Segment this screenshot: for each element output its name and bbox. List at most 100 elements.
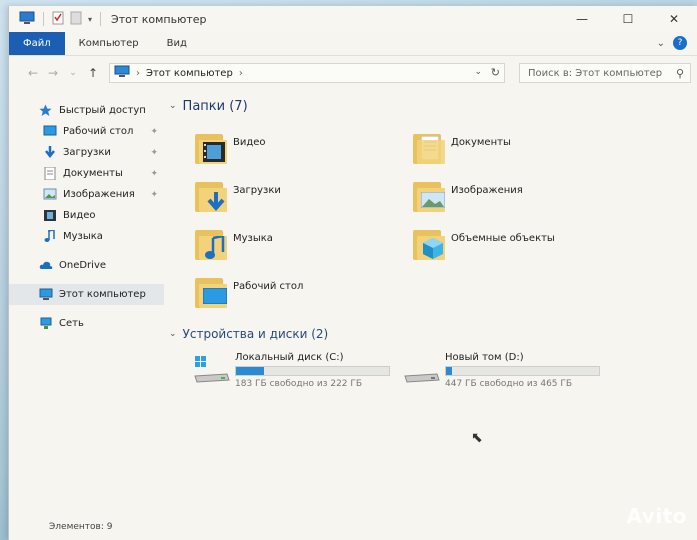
breadcrumb-chevron-icon[interactable]: › bbox=[136, 68, 140, 79]
sidebar-item-label: Сеть bbox=[59, 318, 84, 329]
minimize-button[interactable]: — bbox=[559, 6, 605, 32]
search-input[interactable]: Поиск в: Этот компьютер ⚲ bbox=[519, 63, 691, 83]
system-drive-icon bbox=[193, 352, 231, 388]
address-bar[interactable]: › Этот компьютер › ⌄ ↻ bbox=[109, 63, 505, 83]
pin-icon[interactable]: ✦ bbox=[150, 148, 158, 158]
sidebar-item-documents[interactable]: Документы ✦ bbox=[9, 163, 164, 184]
drive-name: Новый том (D:) bbox=[445, 352, 524, 363]
mouse-cursor-icon: ⬉ bbox=[471, 430, 483, 446]
sidebar-item-this-pc[interactable]: Этот компьютер bbox=[9, 284, 164, 305]
folder-downloads[interactable]: Загрузки bbox=[193, 172, 411, 220]
sidebar-item-pictures[interactable]: Изображения ✦ bbox=[9, 184, 164, 205]
drive-free-space: 183 ГБ свободно из 222 ГБ bbox=[235, 379, 363, 389]
sidebar-item-label: Документы bbox=[63, 168, 123, 179]
window-title: Этот компьютер bbox=[111, 12, 207, 26]
computer-icon bbox=[39, 288, 53, 301]
desktop-folder-icon bbox=[193, 274, 229, 310]
sidebar-item-desktop[interactable]: Рабочий стол ✦ bbox=[9, 121, 164, 142]
folder-music[interactable]: Музыка bbox=[193, 220, 411, 268]
help-icon[interactable]: ? bbox=[673, 36, 687, 50]
ribbon-tabs: Файл Компьютер Вид ⌄ ? bbox=[9, 32, 697, 56]
video-icon bbox=[43, 209, 57, 222]
tab-file[interactable]: Файл bbox=[9, 32, 65, 55]
sidebar-item-onedrive[interactable]: OneDrive bbox=[9, 255, 164, 276]
tab-computer[interactable]: Компьютер bbox=[65, 32, 153, 55]
search-icon[interactable]: ⚲ bbox=[676, 67, 684, 80]
drive-c[interactable]: Локальный диск (C:) 183 ГБ свободно из 2… bbox=[193, 352, 403, 392]
3d-objects-folder-icon bbox=[411, 226, 447, 262]
sidebar-item-music[interactable]: Музыка bbox=[9, 226, 164, 247]
drive-info: Локальный диск (C:) 183 ГБ свободно из 2… bbox=[235, 352, 390, 392]
sidebar-item-label: Рабочий стол bbox=[63, 126, 134, 137]
chevron-down-icon[interactable]: ⌄ bbox=[657, 38, 665, 49]
search-placeholder: Поиск в: Этот компьютер bbox=[528, 67, 663, 79]
group-title: Папки (7) bbox=[182, 98, 248, 114]
folders-grid: Видео Документы Загрузки Изображения Муз… bbox=[193, 124, 689, 316]
folder-videos[interactable]: Видео bbox=[193, 124, 411, 172]
pin-icon[interactable]: ✦ bbox=[150, 169, 158, 179]
drives-group-header[interactable]: ⌄ Устройства и диски (2) bbox=[169, 324, 689, 344]
drive-d[interactable]: Новый том (D:) 447 ГБ свободно из 465 ГБ bbox=[403, 352, 613, 392]
breadcrumb-this-pc[interactable]: Этот компьютер bbox=[146, 68, 233, 79]
explorer-window: ▾ Этот компьютер — ☐ ✕ Файл Компьютер Ви… bbox=[8, 6, 697, 540]
folders-group-header[interactable]: ⌄ Папки (7) bbox=[169, 96, 689, 116]
group-title: Устройства и диски (2) bbox=[182, 327, 329, 341]
avito-watermark: Avito bbox=[626, 504, 687, 528]
pin-icon[interactable]: ✦ bbox=[150, 190, 158, 200]
folder-desktop[interactable]: Рабочий стол bbox=[193, 268, 411, 316]
computer-icon[interactable] bbox=[19, 11, 35, 28]
sidebar-item-network[interactable]: Сеть bbox=[9, 313, 164, 334]
address-row: ← → ⌄ ↑ › Этот компьютер › ⌄ ↻ Поиск в: … bbox=[9, 60, 697, 86]
title-bar: ▾ Этот компьютер — ☐ ✕ bbox=[9, 6, 697, 32]
download-icon bbox=[43, 146, 57, 159]
sidebar-item-videos[interactable]: Видео bbox=[9, 205, 164, 226]
folder-name: Документы bbox=[451, 136, 511, 148]
window-controls: — ☐ ✕ bbox=[559, 6, 697, 32]
recent-locations-icon[interactable]: ⌄ bbox=[63, 68, 83, 78]
downloads-folder-icon bbox=[193, 178, 229, 214]
folder-name: Видео bbox=[233, 136, 266, 148]
folder-name: Объемные объекты bbox=[451, 232, 555, 244]
close-button[interactable]: ✕ bbox=[651, 6, 697, 32]
sidebar-item-label: Музыка bbox=[63, 231, 103, 242]
network-icon bbox=[39, 317, 53, 330]
drive-icon bbox=[403, 352, 441, 388]
toolbar-separator bbox=[100, 12, 102, 26]
drive-name: Локальный диск (C:) bbox=[235, 352, 344, 363]
folder-documents[interactable]: Документы bbox=[411, 124, 629, 172]
up-arrow-icon[interactable]: ↑ bbox=[83, 66, 103, 80]
music-icon bbox=[43, 229, 57, 243]
tab-view[interactable]: Вид bbox=[153, 32, 201, 55]
content-pane: ⌄ Папки (7) Видео Документы Загрузки Изо… bbox=[169, 96, 689, 392]
pin-icon[interactable]: ✦ bbox=[150, 127, 158, 137]
back-arrow-icon[interactable]: ← bbox=[23, 66, 43, 80]
maximize-button[interactable]: ☐ bbox=[605, 6, 651, 32]
folder-pictures[interactable]: Изображения bbox=[411, 172, 629, 220]
folder-name: Загрузки bbox=[233, 184, 281, 196]
sidebar-item-label: Этот компьютер bbox=[59, 289, 146, 300]
sidebar-item-label: Изображения bbox=[63, 189, 135, 200]
sidebar-item-label: Видео bbox=[63, 210, 96, 221]
chevron-down-icon[interactable]: ⌄ bbox=[169, 329, 177, 339]
customize-toolbar-icon[interactable]: ▾ bbox=[88, 15, 92, 24]
desktop-icon bbox=[43, 125, 57, 138]
quick-access-toolbar: ▾ bbox=[9, 11, 103, 28]
sidebar-item-label: Загрузки bbox=[63, 147, 111, 158]
navigation-pane: Быстрый доступ Рабочий стол ✦ Загрузки ✦… bbox=[9, 100, 164, 334]
properties-icon[interactable] bbox=[52, 11, 64, 28]
drive-usage-bar bbox=[445, 366, 600, 376]
folder-3d-objects[interactable]: Объемные объекты bbox=[411, 220, 629, 268]
folder-name: Рабочий стол bbox=[233, 280, 304, 292]
breadcrumb-chevron-icon[interactable]: › bbox=[239, 68, 243, 79]
forward-arrow-icon[interactable]: → bbox=[43, 66, 63, 80]
sidebar-item-quick-access[interactable]: Быстрый доступ bbox=[9, 100, 164, 121]
drive-free-space: 447 ГБ свободно из 465 ГБ bbox=[445, 379, 573, 389]
document-icon bbox=[43, 166, 57, 181]
refresh-icon[interactable]: ↻ bbox=[491, 66, 500, 79]
chevron-down-icon[interactable]: ⌄ bbox=[169, 101, 177, 111]
music-folder-icon bbox=[193, 226, 229, 262]
sidebar-item-downloads[interactable]: Загрузки ✦ bbox=[9, 142, 164, 163]
address-history-icon[interactable]: ⌄ bbox=[474, 67, 482, 77]
drives-list: Локальный диск (C:) 183 ГБ свободно из 2… bbox=[193, 352, 689, 392]
new-folder-icon[interactable] bbox=[70, 11, 82, 28]
